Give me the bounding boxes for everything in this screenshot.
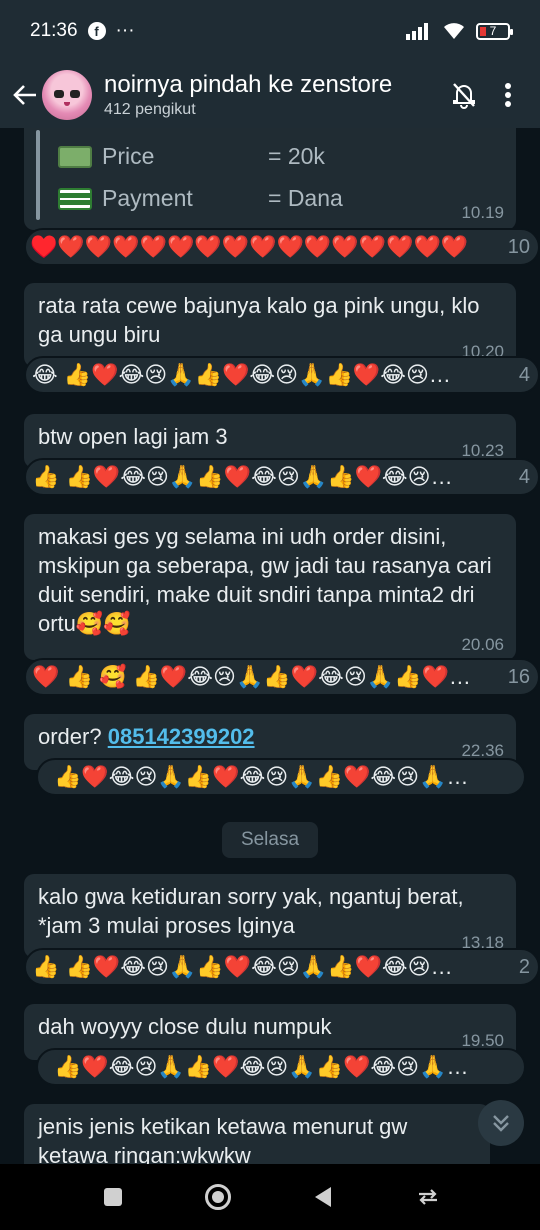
phone-link[interactable]: 085142399202 xyxy=(108,724,255,749)
message-bubble[interactable]: Price = 20k Payment = Dana 10.19 xyxy=(24,128,516,230)
home-icon[interactable] xyxy=(193,1172,243,1222)
message-bubble[interactable]: kalo gwa ketiduran sorry yak, ngantuj be… xyxy=(24,874,516,958)
message-bubble[interactable]: rata rata cewe bajunya kalo ga pink ungu… xyxy=(24,283,516,367)
money-icon xyxy=(58,145,92,168)
message-text: kalo gwa ketiduran sorry yak, ngantuj be… xyxy=(38,884,464,938)
channel-name: noirnya pindah ke zenstore xyxy=(104,71,393,98)
follower-count: 412 pengikut xyxy=(104,101,196,118)
message-text: jenis jenis ketikan ketawa menurut gw ke… xyxy=(38,1114,408,1164)
reaction-bar[interactable]: 👍 👍❤️😂😢🙏👍❤️😂😢🙏👍❤️😂😢… 4 xyxy=(24,458,540,496)
recent-apps-icon[interactable] xyxy=(88,1172,138,1222)
reaction-bar[interactable]: 👍 👍❤️😂😢🙏👍❤️😂😢🙏👍❤️😂😢… 2 xyxy=(24,948,540,986)
rotate-icon[interactable] xyxy=(403,1172,453,1222)
battery-icon: 7 xyxy=(476,22,513,40)
reaction-bar[interactable]: 👍❤️😂😢🙏👍❤️😂😢🙏👍❤️😂😢🙏… xyxy=(36,758,526,796)
message-bubble[interactable]: makasi ges yg selama ini udh order disin… xyxy=(24,514,516,660)
avatar[interactable] xyxy=(42,70,92,120)
channel-info[interactable]: noirnya pindah ke zenstore 412 pengikut xyxy=(104,71,442,119)
bell-off-icon[interactable] xyxy=(442,73,486,117)
message-text: rata rata cewe bajunya kalo ga pink ungu… xyxy=(38,293,480,347)
more-notifications-icon: ··· xyxy=(115,20,135,41)
message-time: 20.06 xyxy=(461,635,504,654)
back-icon[interactable] xyxy=(298,1172,348,1222)
signal-icon xyxy=(406,23,428,40)
reaction-bar[interactable]: 😂 👍❤️😂😢🙏👍❤️😂😢🙏👍❤️😂😢… 4 xyxy=(24,356,540,394)
message-text: makasi ges yg selama ini udh order disin… xyxy=(38,524,492,636)
wifi-icon xyxy=(444,23,464,39)
facebook-icon: f xyxy=(87,22,106,40)
date-separator: Selasa xyxy=(222,822,318,858)
clock: 21:36 xyxy=(30,20,78,41)
message-time: 10.19 xyxy=(461,203,504,222)
payment-row: Payment = Dana xyxy=(58,184,343,213)
channel-header: noirnya pindah ke zenstore 412 pengikut xyxy=(0,62,540,128)
reaction-bar[interactable]: ♥️❤️❤️❤️❤️❤️❤️❤️❤️❤️❤️❤️❤️❤️❤️❤️ 10 xyxy=(24,228,540,266)
message-text: btw open lagi jam 3 xyxy=(38,424,228,449)
arrow-left-icon[interactable] xyxy=(10,75,40,115)
status-bar: 21:36 f ··· 7 xyxy=(0,0,540,62)
message-text: order? 085142399202 xyxy=(38,724,255,749)
message-list[interactable]: Price = 20k Payment = Dana 10.19 ♥️❤️❤️❤… xyxy=(0,128,540,1164)
more-vertical-icon[interactable] xyxy=(486,73,530,117)
message-bubble[interactable]: jenis jenis ketikan ketawa menurut gw ke… xyxy=(24,1104,490,1164)
chevron-double-down-icon[interactable] xyxy=(478,1100,524,1146)
system-navbar xyxy=(0,1164,540,1230)
reaction-bar[interactable]: 👍❤️😂😢🙏👍❤️😂😢🙏👍❤️😂😢🙏… xyxy=(36,1048,526,1086)
reaction-bar[interactable]: ❤️ 👍 🥰 👍❤️😂😢🙏👍❤️😂😢🙏👍❤️… 16 xyxy=(24,658,540,696)
message-text: dah woyyy close dulu numpuk xyxy=(38,1014,332,1039)
price-row: Price = 20k xyxy=(58,142,325,171)
card-icon xyxy=(58,187,92,210)
